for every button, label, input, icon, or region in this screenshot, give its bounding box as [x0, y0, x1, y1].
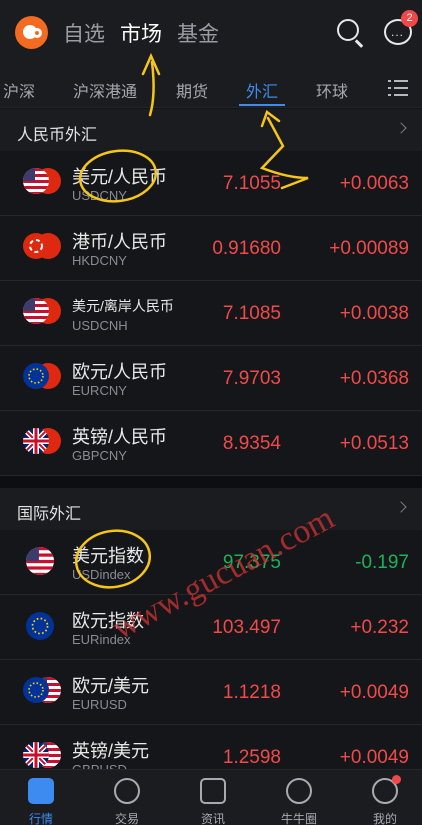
pair-code: GBPCNY [72, 448, 127, 463]
eu-flag-icon [23, 612, 61, 640]
forex-row[interactable]: 美元指数 USDindex 97.375 -0.197 [0, 530, 422, 595]
pair-change: +0.0063 [339, 173, 409, 194]
bottom-nav: 行情 交易 资讯 牛牛圈 我的 [0, 769, 422, 825]
tab-market[interactable]: 市场 [120, 18, 162, 48]
hk-cn-flag-icon [23, 233, 61, 259]
pair-name: 英镑/美元 [72, 741, 150, 761]
pair-change: +0.0513 [339, 433, 409, 454]
pair-price: 8.9354 [222, 433, 281, 454]
pair-code: EURCNY [72, 383, 127, 398]
pair-name: 美元指数 [72, 546, 144, 566]
pair-change: +0.0049 [339, 747, 409, 768]
pair-price: 7.9703 [222, 368, 281, 389]
pair-change: +0.0038 [339, 303, 409, 324]
app-logo[interactable] [15, 16, 48, 49]
trade-icon [114, 778, 140, 804]
section-header-rmb-forex[interactable]: 人民币外汇 [0, 109, 422, 151]
eu-cn-flag-icon [23, 363, 61, 389]
forex-row[interactable]: 美元/人民币 USDCNY 7.1055 +0.0063 [0, 151, 422, 216]
pair-change: +0.0368 [339, 368, 409, 389]
pair-name: 美元/离岸人民币 [72, 298, 174, 314]
nav-trade[interactable]: 交易 [92, 770, 162, 825]
pair-name: 英镑/人民币 [72, 427, 168, 447]
chart-icon [28, 778, 54, 804]
section-title: 国际外汇 [17, 506, 82, 523]
subtab-futures[interactable]: 期货 [176, 78, 208, 102]
pair-code: EURUSD [72, 697, 127, 712]
nav-label: 我的 [372, 812, 397, 825]
pair-code: USDCNH [72, 318, 128, 333]
gb-us-flag-icon [23, 742, 61, 768]
section-title: 人民币外汇 [17, 127, 98, 144]
forex-row[interactable]: 英镑/人民币 GBPCNY 8.9354 +0.0513 [0, 411, 422, 476]
pair-name: 欧元/人民币 [72, 362, 168, 382]
pair-change: +0.00089 [329, 238, 409, 259]
subtab-forex[interactable]: 外汇 [246, 78, 278, 102]
news-icon [200, 778, 226, 804]
pair-name: 港币/人民币 [72, 232, 168, 252]
eu-us-flag-icon [23, 677, 61, 703]
pair-price: 7.1085 [222, 303, 281, 324]
us-flag-icon [23, 547, 61, 575]
notification-dot [392, 775, 401, 784]
chevron-right-icon [395, 122, 407, 134]
forex-row[interactable]: 欧元/美元 EURUSD 1.1218 +0.0049 [0, 660, 422, 725]
nav-news[interactable]: 资讯 [178, 770, 248, 825]
pair-name: 欧元指数 [72, 611, 144, 631]
forex-row[interactable]: 欧元指数 EURindex 103.497 +0.232 [0, 595, 422, 660]
tab-watchlist[interactable]: 自选 [63, 18, 105, 48]
market-subtabs: 沪深 沪深港通 期货 外汇 环球 [0, 64, 422, 108]
tab-funds[interactable]: 基金 [177, 18, 219, 48]
pair-price: 1.2598 [222, 747, 281, 768]
pair-price: 1.1218 [222, 682, 281, 703]
forex-row[interactable]: 美元/离岸人民币 USDCNH 7.1085 +0.0038 [0, 281, 422, 346]
top-header: 自选 市场 基金 ... 2 [0, 0, 422, 64]
pair-code: EURindex [72, 632, 131, 647]
pair-code: USDCNY [72, 188, 127, 203]
message-badge: 2 [401, 10, 418, 27]
pair-change: -0.197 [355, 552, 409, 573]
nav-community[interactable]: 牛牛圈 [264, 770, 334, 825]
pair-change: +0.0049 [339, 682, 409, 703]
forex-row[interactable]: 港币/人民币 HKDCNY 0.91680 +0.00089 [0, 216, 422, 281]
chevron-right-icon [395, 501, 407, 513]
subtab-global[interactable]: 环球 [316, 78, 348, 102]
us-cn-flag-icon [23, 298, 61, 324]
pair-code: USDindex [72, 567, 131, 582]
nav-label: 行情 [28, 812, 53, 825]
pair-price: 97.375 [222, 552, 281, 573]
section-divider [0, 476, 422, 488]
nav-label: 资讯 [200, 812, 225, 825]
community-icon [286, 778, 312, 804]
pair-price: 7.1055 [222, 173, 281, 194]
pair-code: HKDCNY [72, 253, 127, 268]
subtab-hushen-ganggutong[interactable]: 沪深港通 [73, 78, 137, 102]
pair-price: 103.497 [212, 617, 281, 638]
nav-label: 交易 [114, 812, 139, 825]
nav-profile[interactable]: 我的 [350, 770, 420, 825]
nav-quotes[interactable]: 行情 [6, 770, 76, 825]
forex-row[interactable]: 欧元/人民币 EURCNY 7.9703 +0.0368 [0, 346, 422, 411]
pair-name: 美元/人民币 [72, 167, 168, 187]
active-tab-indicator [239, 104, 285, 106]
search-icon[interactable] [335, 17, 365, 48]
pair-price: 0.91680 [212, 238, 281, 259]
subtab-hushen[interactable]: 沪深 [3, 78, 35, 102]
nav-label: 牛牛圈 [280, 812, 317, 825]
pair-name: 欧元/美元 [72, 676, 150, 696]
us-cn-flag-icon [23, 168, 61, 194]
gb-cn-flag-icon [23, 428, 61, 454]
pair-change: +0.232 [350, 617, 409, 638]
section-header-intl-forex[interactable]: 国际外汇 [0, 488, 422, 530]
menu-icon[interactable] [388, 80, 408, 96]
